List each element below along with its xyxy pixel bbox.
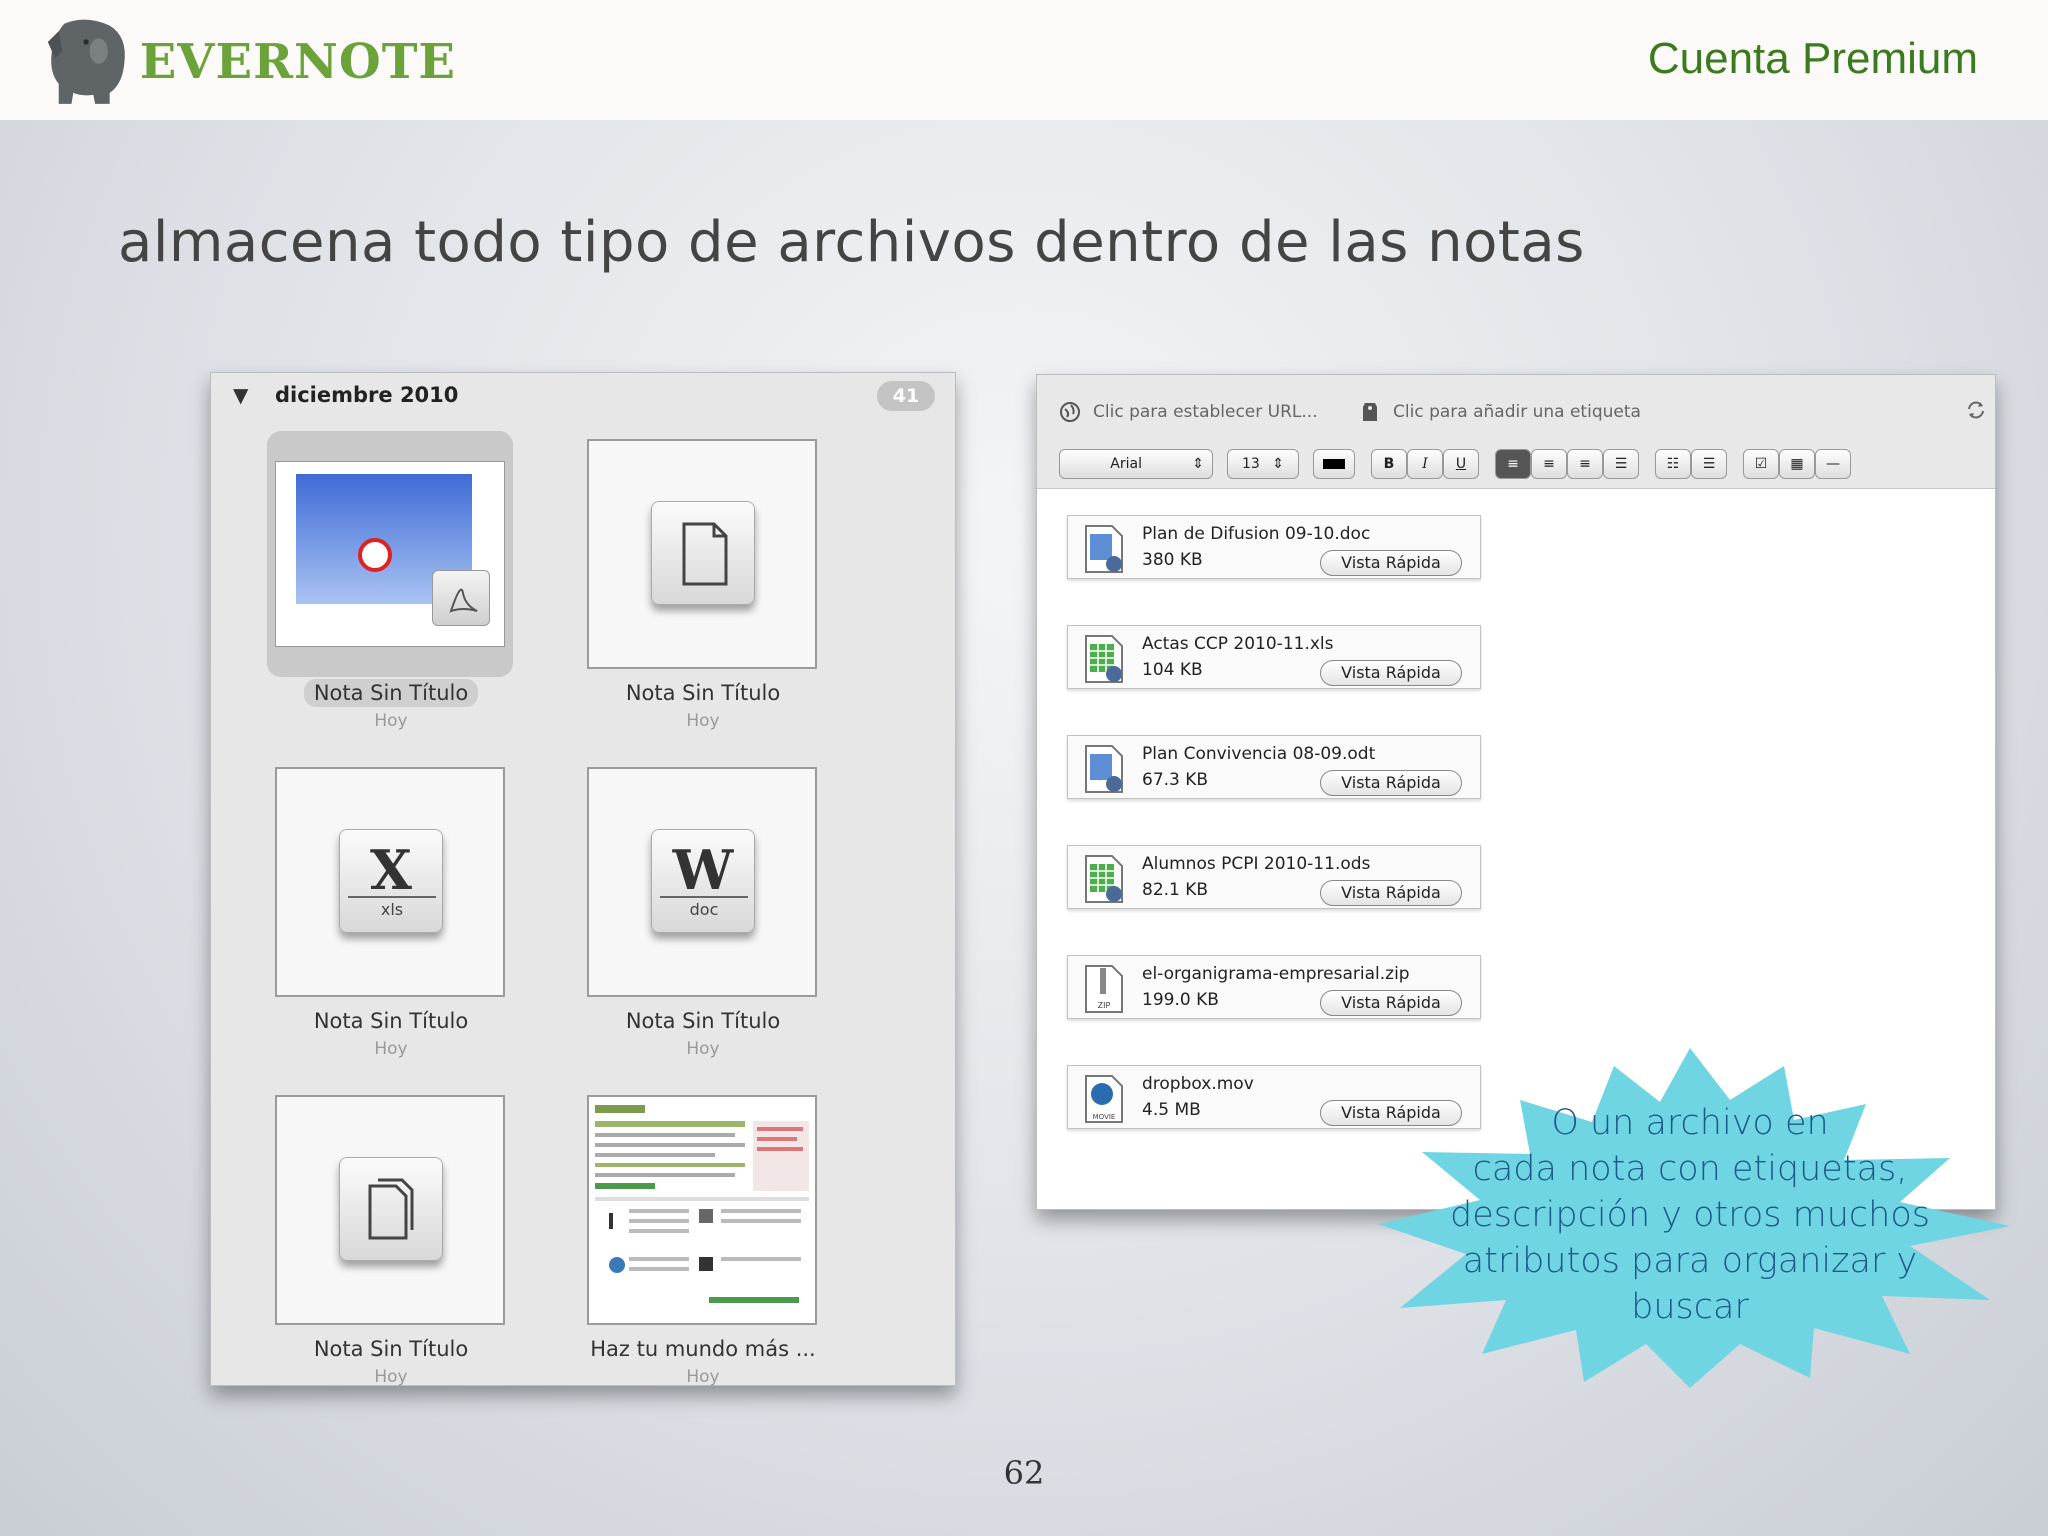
attachment-filename: el-organigrama-empresarial.zip: [1142, 964, 1410, 984]
font-select[interactable]: Arial ⇕: [1059, 449, 1213, 479]
attachment-item[interactable]: Plan Convivencia 08-09.odt 67.3 KB Vista R…: [1067, 735, 1481, 799]
webpage-preview: [589, 1097, 815, 1323]
slide-title: almacena todo tipo de archivos dentro de…: [118, 210, 1585, 275]
note-date: Hoy: [374, 1039, 408, 1059]
callout-text: O un archivo en cada nota con etiquetas,…: [1450, 1103, 1930, 1327]
text-color-button[interactable]: [1313, 449, 1355, 479]
attachment-size: 380 KB: [1142, 550, 1203, 570]
font-size-select[interactable]: 13 ⇕: [1227, 449, 1299, 479]
note-card[interactable]: Nota Sin Título Hoy: [211, 1095, 521, 1395]
quick-look-button[interactable]: Vista Rápida: [1320, 770, 1462, 796]
note-date: Hoy: [374, 711, 408, 731]
attachment-filename: Alumnos PCPI 2010-11.ods: [1142, 854, 1371, 874]
bold-button[interactable]: B: [1371, 449, 1407, 479]
document-icon: [1082, 524, 1126, 574]
spreadsheet-icon: [1082, 854, 1126, 904]
note-thumbnail[interactable]: [587, 439, 817, 669]
attachment-size: 82.1 KB: [1142, 880, 1209, 900]
note-title: Nota Sin Título: [303, 679, 479, 707]
document-icon: [1082, 744, 1126, 794]
disclosure-triangle-icon[interactable]: ▼: [233, 383, 248, 407]
generic-file-icon: [651, 501, 755, 605]
zip-icon: ZIP: [1082, 964, 1126, 1014]
note-thumbnail[interactable]: [275, 1095, 505, 1325]
tag-icon: [1363, 403, 1377, 421]
align-right-button[interactable]: ≡: [1567, 449, 1603, 479]
url-placeholder: Clic para establecer URL...: [1093, 402, 1318, 422]
page-number: 62: [1003, 1454, 1045, 1492]
attachment-item[interactable]: ZIP el-organigrama-empresarial.zip 199.0 K…: [1067, 955, 1481, 1019]
note-thumbnail[interactable]: X xls: [275, 767, 505, 997]
globe-icon: [1060, 402, 1080, 422]
quick-look-button[interactable]: Vista Rápida: [1320, 660, 1462, 686]
attachment-filename: Plan Convivencia 08-09.odt: [1142, 744, 1376, 764]
note-card[interactable]: W doc Nota Sin Título Hoy: [523, 767, 833, 1067]
attachment-size: 199.0 KB: [1142, 990, 1219, 1010]
attachment-filename: Actas CCP 2010-11.xls: [1142, 634, 1334, 654]
underline-button[interactable]: U: [1443, 449, 1479, 479]
month-group-header[interactable]: ▼ diciembre 2010 41: [211, 373, 955, 419]
horizontal-rule-button[interactable]: —: [1815, 449, 1851, 479]
align-left-button[interactable]: ≡: [1495, 449, 1531, 479]
evernote-logo: EVERNOTE: [46, 10, 456, 114]
checkbox-button[interactable]: ☑: [1743, 449, 1779, 479]
month-label: diciembre 2010: [275, 383, 459, 407]
excel-file-icon: X xls: [339, 829, 443, 933]
align-justify-button[interactable]: ☰: [1603, 449, 1639, 479]
elephant-icon: [47, 19, 125, 104]
editor-header: Clic para establecer URL... Clic para añ…: [1037, 375, 1995, 489]
note-thumbnail[interactable]: [587, 1095, 817, 1325]
note-card[interactable]: Nota Sin Título Hoy: [523, 439, 833, 739]
note-thumbnail[interactable]: [267, 431, 513, 677]
note-count-badge: 41: [877, 381, 935, 411]
tag-placeholder: Clic para añadir una etiqueta: [1393, 402, 1641, 422]
svg-text:ZIP: ZIP: [1098, 1001, 1111, 1010]
numbered-list-button[interactable]: ☰: [1691, 449, 1727, 479]
note-title: Haz tu mundo más ...: [590, 1337, 816, 1361]
attachment-item[interactable]: Actas CCP 2010-11.xls 104 KB Vista Rápida: [1067, 625, 1481, 689]
note-date: Hoy: [686, 711, 720, 731]
quick-look-button[interactable]: Vista Rápida: [1320, 550, 1462, 576]
table-button[interactable]: ▦: [1779, 449, 1815, 479]
attachment-filename: Plan de Difusion 09-10.doc: [1142, 524, 1371, 544]
bullet-list-button[interactable]: ☷: [1655, 449, 1691, 479]
logo-wordmark: EVERNOTE: [139, 34, 456, 90]
note-title: Nota Sin Título: [625, 1009, 781, 1033]
url-field[interactable]: Clic para establecer URL...: [1059, 401, 1318, 423]
sync-icon[interactable]: [1965, 399, 1987, 421]
spreadsheet-icon: [1082, 634, 1126, 684]
quick-look-button[interactable]: Vista Rápida: [1320, 990, 1462, 1016]
tag-field[interactable]: Clic para añadir una etiqueta: [1359, 401, 1641, 423]
note-thumbnail[interactable]: W doc: [587, 767, 817, 997]
notes-grid-panel: ▼ diciembre 2010 41 Nota Sin Título Hoy …: [210, 372, 956, 1387]
note-title: Nota Sin Título: [313, 1009, 469, 1033]
section-title: Cuenta Premium: [1647, 34, 1978, 83]
svg-text:MOVIE: MOVIE: [1093, 1113, 1116, 1121]
note-date: Hoy: [374, 1367, 408, 1387]
note-card[interactable]: Haz tu mundo más ... Hoy: [523, 1095, 833, 1395]
attachment-size: 67.3 KB: [1142, 770, 1209, 790]
attachment-size: 104 KB: [1142, 660, 1203, 680]
quick-look-button[interactable]: Vista Rápida: [1320, 880, 1462, 906]
pdf-icon: [432, 570, 490, 626]
attachment-filename: dropbox.mov: [1142, 1074, 1254, 1094]
movie-icon: MOVIE: [1082, 1074, 1126, 1124]
note-date: Hoy: [686, 1039, 720, 1059]
note-title: Nota Sin Título: [313, 1337, 469, 1361]
italic-button[interactable]: I: [1407, 449, 1443, 479]
attachment-size: 4.5 MB: [1142, 1100, 1201, 1120]
attachment-item[interactable]: Alumnos PCPI 2010-11.ods 82.1 KB Vista Ráp…: [1067, 845, 1481, 909]
note-date: Hoy: [686, 1367, 720, 1387]
note-card[interactable]: X xls Nota Sin Título Hoy: [211, 767, 521, 1067]
note-title: Nota Sin Título: [625, 681, 781, 705]
word-file-icon: W doc: [651, 829, 755, 933]
pdf-preview: [275, 461, 505, 647]
copy-file-icon: [339, 1157, 443, 1261]
header-bar: EVERNOTE Cuenta Premium: [0, 0, 2048, 120]
note-card[interactable]: Nota Sin Título Hoy: [211, 431, 521, 739]
attachment-item[interactable]: Plan de Difusion 09-10.doc 380 KB Vista Rá…: [1067, 515, 1481, 579]
align-center-button[interactable]: ≡: [1531, 449, 1567, 479]
